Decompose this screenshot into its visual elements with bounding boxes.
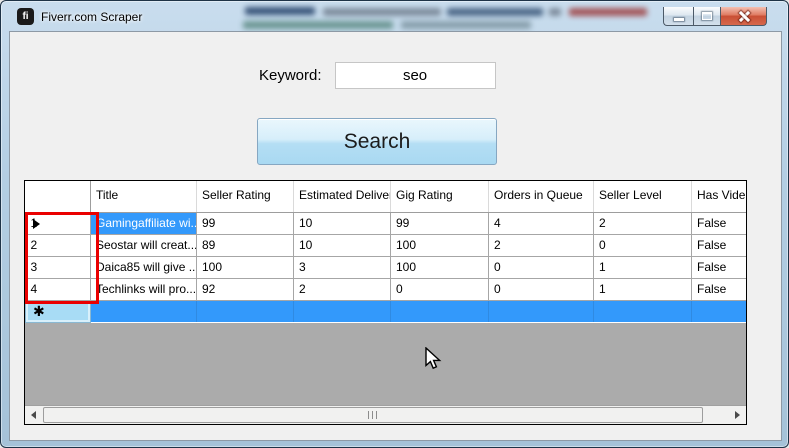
cell-orders-in-queue[interactable]: 4 bbox=[488, 212, 594, 235]
row-header-1[interactable]: 1 bbox=[25, 212, 91, 235]
cell-gig-rating[interactable]: 0 bbox=[390, 278, 489, 301]
cell-estimated-delivery[interactable]: 10 bbox=[293, 234, 391, 257]
scroll-right-icon bbox=[735, 411, 740, 419]
new-row-cell[interactable] bbox=[196, 300, 294, 322]
client-area: Keyword: Search Title Seller Rating Esti… bbox=[9, 31, 782, 441]
scroll-left-button[interactable] bbox=[25, 406, 42, 424]
scroll-right-button[interactable] bbox=[729, 406, 746, 424]
cell-seller-level[interactable]: 1 bbox=[593, 256, 692, 279]
cell-title[interactable]: Gamingaffiliate wi... bbox=[90, 212, 197, 235]
cell-title[interactable]: Daica85 will give ... bbox=[90, 256, 197, 279]
scrollbar-grip-icon bbox=[367, 411, 379, 419]
cell-seller-rating[interactable]: 92 bbox=[196, 278, 294, 301]
column-header-seller-rating[interactable]: Seller Rating bbox=[196, 181, 294, 213]
fiverr-app-icon: fi bbox=[17, 8, 34, 25]
cell-seller-rating[interactable]: 89 bbox=[196, 234, 294, 257]
row-header-2[interactable]: 2 bbox=[25, 234, 91, 257]
new-row-cell[interactable] bbox=[293, 300, 391, 322]
cell-seller-level[interactable]: 2 bbox=[593, 212, 692, 235]
new-row-header[interactable]: ✱ bbox=[25, 299, 91, 323]
cell-estimated-delivery[interactable]: 3 bbox=[293, 256, 391, 279]
horizontal-scrollbar[interactable] bbox=[25, 405, 746, 424]
new-row-cell[interactable] bbox=[90, 300, 197, 322]
column-header-gig-rating[interactable]: Gig Rating bbox=[390, 181, 489, 213]
column-header-seller-level[interactable]: Seller Level bbox=[593, 181, 692, 213]
cell-estimated-delivery[interactable]: 10 bbox=[293, 212, 391, 235]
cell-seller-level[interactable]: 0 bbox=[593, 234, 692, 257]
cell-seller-level[interactable]: 1 bbox=[593, 278, 692, 301]
keyword-label: Keyword: bbox=[259, 67, 322, 84]
keyword-input[interactable] bbox=[334, 62, 496, 89]
app-window: fi Fiverr.com Scraper Keyword: Search T bbox=[0, 0, 789, 448]
new-row-cell[interactable] bbox=[593, 300, 692, 322]
column-header-orders-in-queue[interactable]: Orders in Queue bbox=[488, 181, 594, 213]
close-button[interactable] bbox=[721, 7, 767, 26]
cell-estimated-delivery[interactable]: 2 bbox=[293, 278, 391, 301]
maximize-button[interactable] bbox=[693, 7, 721, 26]
keyword-form: Keyword: bbox=[259, 62, 496, 89]
row-header-4[interactable]: 4 bbox=[25, 278, 91, 301]
window-title: Fiverr.com Scraper bbox=[41, 9, 143, 24]
scroll-left-icon bbox=[31, 411, 36, 419]
minimize-button[interactable] bbox=[663, 7, 693, 26]
new-row-cell[interactable] bbox=[691, 300, 746, 322]
grid-header-row: Title Seller Rating Estimated Delivery G… bbox=[25, 181, 746, 213]
close-icon bbox=[738, 10, 750, 22]
cell-has-video[interactable]: False bbox=[691, 212, 746, 235]
table-row: 2 Seostar will creat... 89 10 100 2 0 Fa… bbox=[25, 234, 746, 257]
cell-gig-rating[interactable]: 100 bbox=[390, 256, 489, 279]
table-row: 3 Daica85 will give ... 100 3 100 0 1 Fa… bbox=[25, 256, 746, 279]
minimize-icon bbox=[673, 17, 684, 21]
table-row: 1 Gamingaffiliate wi... 99 10 99 4 2 Fal… bbox=[25, 212, 746, 235]
title-bar[interactable]: fi Fiverr.com Scraper bbox=[1, 1, 788, 31]
cell-orders-in-queue[interactable]: 0 bbox=[488, 278, 594, 301]
cell-orders-in-queue[interactable]: 2 bbox=[488, 234, 594, 257]
cell-orders-in-queue[interactable]: 0 bbox=[488, 256, 594, 279]
cell-has-video[interactable]: False bbox=[691, 256, 746, 279]
cell-gig-rating[interactable]: 100 bbox=[390, 234, 489, 257]
current-row-arrow-icon bbox=[32, 218, 40, 229]
new-row: ✱ bbox=[25, 299, 746, 323]
cell-gig-rating[interactable]: 99 bbox=[390, 212, 489, 235]
results-grid: Title Seller Rating Estimated Delivery G… bbox=[24, 180, 747, 425]
cell-seller-rating[interactable]: 100 bbox=[196, 256, 294, 279]
maximize-icon bbox=[702, 12, 712, 20]
grid-corner-cell[interactable] bbox=[25, 181, 91, 213]
cell-title[interactable]: Techlinks will pro... bbox=[90, 278, 197, 301]
grid-empty-area bbox=[25, 322, 746, 405]
row-header-3[interactable]: 3 bbox=[25, 256, 91, 279]
cell-has-video[interactable]: False bbox=[691, 278, 746, 301]
column-header-title[interactable]: Title bbox=[90, 181, 197, 213]
cell-seller-rating[interactable]: 99 bbox=[196, 212, 294, 235]
new-row-cell[interactable] bbox=[488, 300, 594, 322]
column-header-estimated-delivery[interactable]: Estimated Delivery bbox=[293, 181, 391, 213]
column-header-has-video[interactable]: Has Video bbox=[691, 181, 746, 213]
cell-title[interactable]: Seostar will creat... bbox=[90, 234, 197, 257]
scrollbar-thumb[interactable] bbox=[43, 407, 703, 423]
window-controls bbox=[663, 7, 767, 26]
new-row-cell[interactable] bbox=[390, 300, 489, 322]
cell-has-video[interactable]: False bbox=[691, 234, 746, 257]
table-row: 4 Techlinks will pro... 92 2 0 0 1 False bbox=[25, 278, 746, 301]
search-button[interactable]: Search bbox=[257, 118, 497, 165]
